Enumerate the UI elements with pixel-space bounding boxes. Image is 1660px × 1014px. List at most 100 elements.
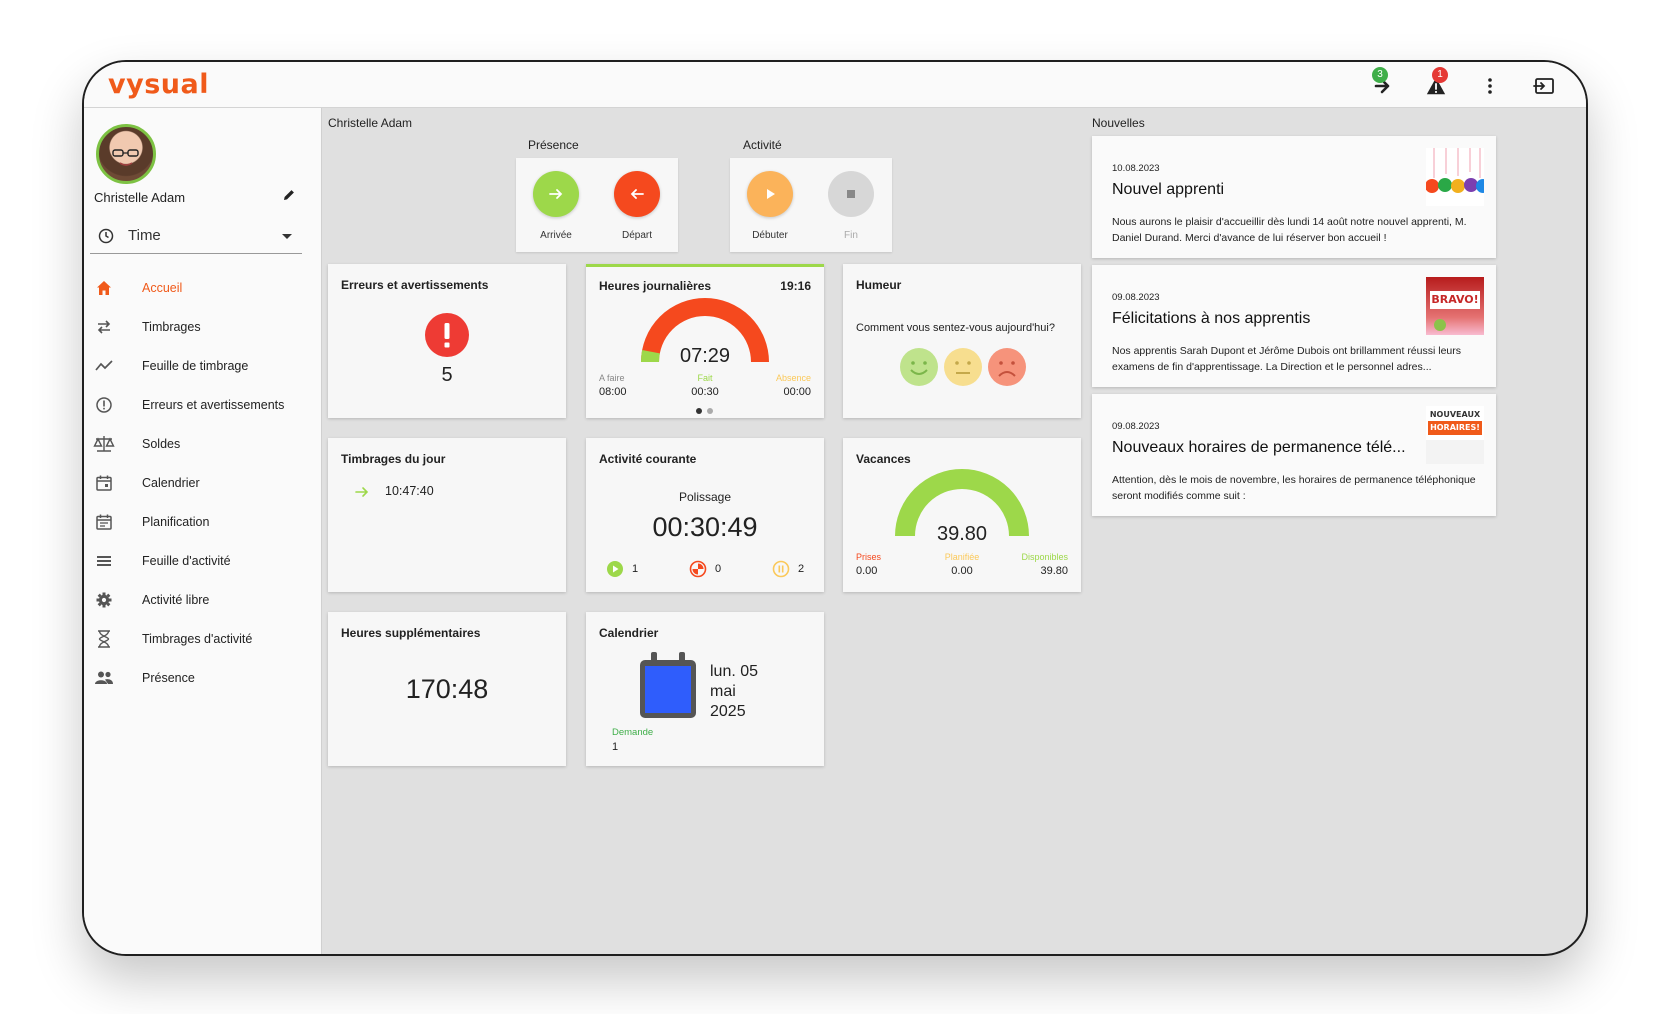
stamp-time: 10:47:40: [385, 484, 434, 498]
card-title: Erreurs et avertissements: [341, 278, 489, 292]
logout-button[interactable]: [1530, 72, 1558, 100]
arrow-right-icon: [355, 487, 369, 497]
neutral-face-icon[interactable]: [944, 348, 982, 386]
daily-stamps-card[interactable]: Timbrages du jour 10:47:40: [328, 438, 566, 592]
edit-profile-button[interactable]: [282, 188, 296, 207]
sad-face-icon[interactable]: [988, 348, 1026, 386]
sidebar-item-feuille-activite[interactable]: Feuille d'activité: [84, 541, 322, 580]
daily-hours-value: 07:29: [679, 345, 731, 367]
top-bar: vysual 3 1: [84, 62, 1586, 108]
more-vert-icon: [1488, 78, 1492, 94]
end-activity-button[interactable]: [828, 171, 874, 217]
happy-face-icon[interactable]: [900, 348, 938, 386]
news-thumbnail: BRAVO!: [1426, 277, 1484, 335]
play-icon: [767, 189, 775, 199]
available-value: 39.80: [1040, 565, 1068, 577]
arrival-label: Arrivée: [540, 230, 572, 241]
sidebar-item-timbrages-activite[interactable]: Timbrages d'activité: [84, 619, 322, 658]
mood-question: Comment vous sentez-vous aujourd'hui?: [856, 322, 1055, 334]
notifications-button[interactable]: 3: [1368, 67, 1396, 100]
avatar[interactable]: [96, 124, 156, 184]
activity-name: Polissage: [678, 490, 732, 504]
activity-title: Activité: [743, 138, 782, 152]
sidebar-item-soldes[interactable]: Soldes: [84, 424, 322, 463]
sidebar-item-feuille-timbrage[interactable]: Feuille de timbrage: [84, 346, 322, 385]
start-activity-label: Débuter: [752, 230, 788, 241]
activity-paused-count: 0: [715, 563, 722, 575]
card-title: Activité courante: [599, 452, 697, 466]
request-label: Demande: [612, 727, 654, 738]
app-logo: vysual: [108, 69, 209, 100]
end-activity-label: Fin: [844, 230, 858, 241]
news-item[interactable]: BRAVO! 09.08.2023 Félicitations à nos ap…: [1092, 265, 1496, 387]
sidebar-item-timbrages[interactable]: Timbrages: [84, 307, 322, 346]
sidebar-item-erreurs[interactable]: Erreurs et avertissements: [84, 385, 322, 424]
carousel-dot-active[interactable]: [696, 408, 702, 414]
calendar-day: lun. 05: [710, 663, 759, 680]
alerts-button[interactable]: 1: [1422, 67, 1450, 100]
list-icon: [97, 555, 111, 566]
welcome-image-icon: [1426, 148, 1484, 206]
start-activity-button[interactable]: [747, 171, 793, 217]
sidebar-item-calendrier[interactable]: Calendrier: [84, 463, 322, 502]
sidebar-item-presence[interactable]: Présence: [84, 658, 322, 697]
horaires-sign-text-2: HORAIRES!: [1428, 421, 1482, 435]
news-thumbnail: NOUVEAUX HORAIRES!: [1426, 406, 1484, 464]
card-title: Humeur: [856, 278, 902, 292]
news-panel: Nouvelles 10.08.2023 Nouvel apprenti Nou…: [1082, 108, 1586, 954]
sidebar-item-label: Soldes: [142, 436, 181, 451]
hourglass-icon: [98, 629, 110, 648]
error-icon: [425, 313, 469, 357]
sidebar-item-label: Erreurs et avertissements: [142, 397, 285, 412]
calendar-icon: [96, 475, 112, 491]
news-title: Nouvelles: [1092, 116, 1145, 130]
overtime-card[interactable]: Heures supplémentaires 170:48: [328, 612, 566, 766]
news-thumbnail: [1426, 148, 1484, 206]
trending-icon: [95, 359, 113, 371]
alert-circle-icon: [96, 396, 112, 413]
sidebar-item-label: Planification: [142, 514, 210, 529]
chevron-down-icon: [282, 234, 292, 239]
sidebar-item-label: Activité libre: [142, 592, 210, 607]
vacation-card[interactable]: Vacances 39.80 Prises 0.00 Planifiée 0.0…: [843, 438, 1081, 592]
module-selector[interactable]: Time: [90, 218, 302, 254]
news-item[interactable]: 10.08.2023 Nouvel apprenti Nous aurons l…: [1092, 136, 1496, 258]
notifications-badge: 3: [1372, 67, 1388, 83]
activity-pending-count: 2: [798, 563, 805, 575]
calendar-planning-icon: [96, 514, 112, 530]
bravo-sign-text: BRAVO!: [1430, 291, 1480, 309]
sidebar-item-label: Calendrier: [142, 475, 200, 490]
request-value: 1: [612, 741, 619, 753]
stop-icon: [847, 190, 855, 198]
arrival-button[interactable]: [533, 171, 579, 217]
more-menu-button[interactable]: [1476, 72, 1504, 100]
carousel-dot[interactable]: [707, 408, 713, 414]
news-excerpt: Nos apprentis Sarah Dupont et Jérôme Dub…: [1112, 345, 1461, 373]
news-item[interactable]: NOUVEAUX HORAIRES! 09.08.2023 Nouveaux h…: [1092, 394, 1496, 516]
pause-circle-icon: [772, 560, 790, 578]
card-title: Heures journalières: [599, 279, 712, 293]
sidebar-item-label: Timbrages d'activité: [142, 631, 253, 646]
arrow-left-icon: [630, 189, 644, 199]
card-title: Vacances: [856, 452, 911, 466]
news-date: 10.08.2023: [1112, 163, 1160, 174]
daily-hours-card[interactable]: Heures journalières 19:16 07:29 A faire …: [586, 264, 824, 418]
calendar-year: 2025: [710, 703, 746, 720]
absence-label: Absence: [775, 373, 811, 383]
errors-card[interactable]: Erreurs et avertissements 5: [328, 264, 566, 418]
departure-button[interactable]: [614, 171, 660, 217]
current-activity-card[interactable]: Activité courante Polissage 00:30:49 1 0…: [586, 438, 824, 592]
swap-icon: [97, 319, 111, 334]
news-thumbnail-dot: [1434, 319, 1446, 331]
sidebar-item-accueil[interactable]: Accueil: [84, 268, 322, 307]
sidebar-item-planification[interactable]: Planification: [84, 502, 322, 541]
sidebar-item-activite-libre[interactable]: Activité libre: [84, 580, 322, 619]
card-title: Calendrier: [599, 626, 659, 640]
activity-panel: Débuter Fin: [730, 158, 892, 252]
horaires-sign-text-1: NOUVEAUX: [1429, 410, 1481, 419]
calendar-date-icon: [640, 652, 696, 718]
sidebar-item-label: Feuille de timbrage: [142, 358, 249, 373]
card-title: Timbrages du jour: [341, 452, 446, 466]
news-date: 09.08.2023: [1112, 421, 1160, 432]
calendar-card[interactable]: Calendrier lun. 05 mai 2025 Demande 1: [586, 612, 824, 766]
